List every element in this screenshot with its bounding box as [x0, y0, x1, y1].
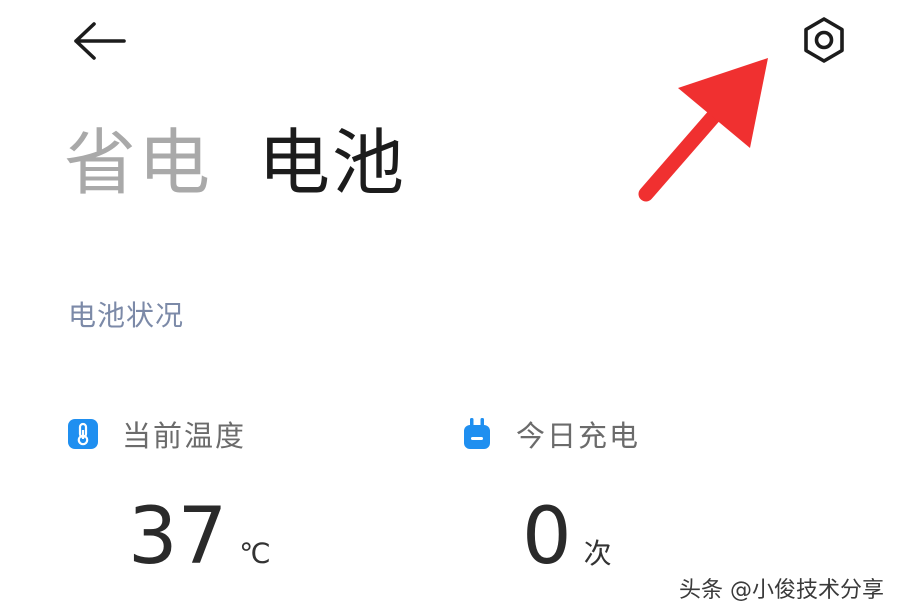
- battery-screen: 省电 电池 电池状况 当前温度 37 ℃ 今日充电 0 次 头条 @小俊技术分享: [0, 0, 898, 614]
- charge-today-value: 0: [522, 492, 572, 582]
- charge-today-unit: 次: [583, 537, 612, 570]
- thermometer-icon: [66, 417, 100, 451]
- charge-today-label: 今日充电: [516, 419, 641, 453]
- temperature-unit: ℃: [239, 537, 271, 570]
- tab-battery[interactable]: 电池: [258, 118, 406, 208]
- tab-power-saving[interactable]: 省电: [64, 118, 212, 208]
- tab-bar: 省电 电池: [64, 118, 406, 208]
- arrow-left-icon: [74, 22, 126, 60]
- temperature-value: 37: [128, 492, 228, 582]
- charge-today-stat: 今日充电 0 次: [460, 410, 840, 582]
- settings-button[interactable]: [798, 14, 850, 66]
- plug-icon: [460, 417, 494, 451]
- section-title: 电池状况: [68, 299, 185, 332]
- watermark: 头条 @小俊技术分享: [679, 578, 884, 603]
- back-button[interactable]: [70, 18, 130, 64]
- temperature-stat: 当前温度 37 ℃: [66, 410, 446, 582]
- annotation-arrow: [638, 58, 768, 202]
- temperature-label: 当前温度: [122, 419, 247, 453]
- hexagon-gear-icon: [804, 17, 844, 63]
